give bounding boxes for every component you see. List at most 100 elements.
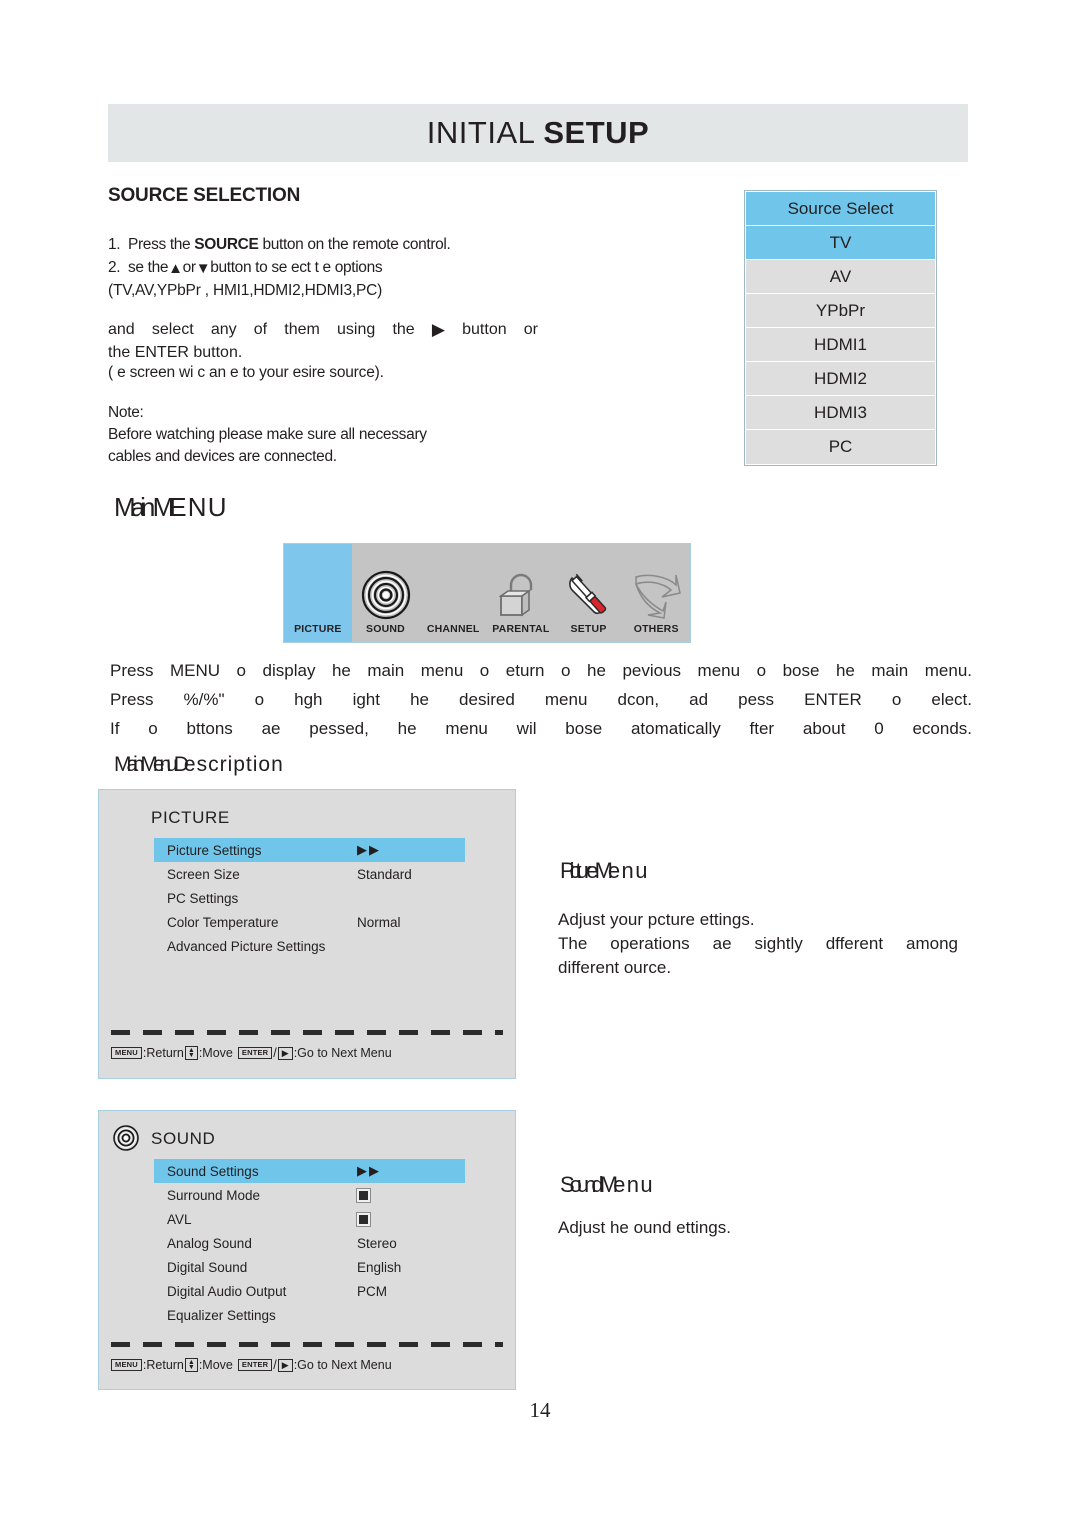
- menu-item-sound[interactable]: SOUND: [352, 544, 420, 642]
- sound-menu-heading-b: enu: [613, 1172, 654, 1197]
- step-2: 2. se the▲or▼button to se ect t e options: [108, 257, 578, 279]
- source-option-av[interactable]: AV: [746, 260, 935, 294]
- picture-row-screen-size[interactable]: Screen Size Standard: [154, 862, 465, 886]
- main-menu-heading-a: Main M: [114, 492, 174, 522]
- page-title-bold: SETUP: [543, 115, 650, 150]
- arrow-right-icon: ▶: [431, 320, 445, 339]
- sound-row-surround-mode[interactable]: Surround Mode: [154, 1183, 465, 1207]
- sound-row-analog-sound[interactable]: Analog Sound Stereo: [154, 1231, 465, 1255]
- picture-osd-panel[interactable]: PICTURE Picture Settings ▶▶ Screen Size …: [98, 789, 516, 1079]
- source-option-hdmi1[interactable]: HDMI1: [746, 328, 935, 362]
- picture-hint-move: :Move: [198, 1046, 233, 1060]
- picture-row-label: Screen Size: [167, 866, 240, 882]
- sound-row-value: PCM: [357, 1283, 387, 1299]
- picture-row-color-temperature[interactable]: Color Temperature Normal: [154, 910, 465, 934]
- main-menu-paragraph-line-2: Press %/%" o hgh ight he desired menu dc…: [110, 690, 972, 709]
- right-key-icon: ▶: [277, 1358, 293, 1372]
- arrow-down-icon: ▼: [195, 260, 211, 277]
- sound-hint-return: :Return: [142, 1358, 184, 1372]
- picture-menu-description-line-3: different ource.: [558, 958, 672, 977]
- sound-row-avl[interactable]: AVL: [154, 1207, 465, 1231]
- sound-row-value: ▶▶: [357, 1163, 381, 1178]
- source-select-table[interactable]: Source Select TV AV YPbPr HDMI1 HDMI2 HD…: [744, 190, 937, 466]
- picture-osd-rows: Picture Settings ▶▶ Screen Size Standard…: [154, 838, 465, 958]
- picture-row-label: PC Settings: [167, 890, 239, 906]
- menu-item-channel[interactable]: CHANNEL: [419, 544, 487, 642]
- sound-osd-rows: Sound Settings ▶▶ Surround Mode AVL Anal…: [154, 1159, 465, 1327]
- wrench-screwdriver-icon: [562, 567, 616, 623]
- source-option-pc[interactable]: PC: [746, 430, 935, 464]
- sound-row-label: Analog Sound: [167, 1235, 252, 1251]
- picture-menu-description-line-2: The operations ae sightly dfferent among: [558, 934, 958, 953]
- main-menu-bar[interactable]: PICTURE SOUND CHANNEL PARENTAL SETUP OTH…: [283, 543, 691, 643]
- curved-arrow-icon: [630, 567, 682, 623]
- menu-item-picture[interactable]: PICTURE: [284, 544, 352, 642]
- note-line-1: Before watching please make sure all nec…: [108, 426, 427, 443]
- sound-row-sound-settings[interactable]: Sound Settings ▶▶: [154, 1159, 465, 1183]
- menu-item-others[interactable]: OTHERS: [622, 544, 690, 642]
- main-menu-heading-b: ENU: [169, 492, 228, 522]
- source-option-tv[interactable]: TV: [746, 226, 935, 260]
- picture-row-label: Color Temperature: [167, 914, 279, 930]
- sound-row-digital-sound[interactable]: Digital Sound English: [154, 1255, 465, 1279]
- sound-row-label: AVL: [167, 1211, 192, 1227]
- picture-row-picture-settings[interactable]: Picture Settings ▶▶: [154, 838, 465, 862]
- picture-row-pc-settings[interactable]: PC Settings: [154, 886, 465, 910]
- sound-menu-heading: Sound Menu: [560, 1172, 654, 1198]
- picture-osd-title: PICTURE: [151, 808, 230, 827]
- sound-osd-divider: [111, 1342, 503, 1347]
- page-title-thin: INITIAL: [426, 115, 544, 150]
- menu-item-parental[interactable]: PARENTAL: [487, 544, 555, 642]
- checkbox-icon[interactable]: [357, 1188, 370, 1202]
- select-instruction-line1: and select any of them using the ▶ butto…: [108, 318, 538, 341]
- picture-row-advanced-picture-settings[interactable]: Advanced Picture Settings: [154, 934, 465, 958]
- sound-hint-move: :Move: [198, 1358, 233, 1372]
- step-1-text-a: Press the: [128, 236, 195, 253]
- step-1-text-b: button on the remote control.: [258, 236, 451, 253]
- right-key-icon: ▶: [277, 1046, 293, 1060]
- main-menu-heading: Main MENU: [114, 492, 228, 523]
- picture-menu-heading-b: enu: [607, 858, 649, 883]
- source-option-hdmi2[interactable]: HDMI2: [746, 362, 935, 396]
- menu-item-others-label: OTHERS: [633, 623, 679, 635]
- select-instruction-line2: the ENTER button.: [108, 344, 243, 361]
- speaker-icon: [361, 567, 411, 623]
- sound-row-equalizer-settings[interactable]: Equalizer Settings: [154, 1303, 465, 1327]
- source-selection-heading: SOURCE SELECTION: [108, 185, 301, 206]
- picture-osd-divider: [111, 1030, 503, 1035]
- sound-row-digital-audio-output[interactable]: Digital Audio Output PCM: [154, 1279, 465, 1303]
- sound-menu-description-line-1: Adjust he ound ettings.: [558, 1218, 731, 1237]
- main-menu-description-heading: Main Menu Description: [114, 753, 284, 777]
- main-menu-paragraph-line-3: If o bttons ae pessed, he menu wil bose …: [110, 719, 972, 738]
- main-menu-paragraph-line-1: Press MENU o display he main menu o etur…: [110, 661, 972, 680]
- picture-row-label: Picture Settings: [167, 842, 262, 858]
- step-1-source-keyword: SOURCE: [194, 236, 259, 253]
- menu-item-setup[interactable]: SETUP: [555, 544, 623, 642]
- step-2-text-b: button to se ect t e options: [210, 259, 383, 276]
- sound-menu-description: Adjust he ound ettings.: [558, 1216, 958, 1240]
- note-block: Note: Before watching please make sure a…: [108, 402, 548, 468]
- select-text-a: and select any of them using the: [108, 321, 415, 338]
- sound-row-label: Sound Settings: [167, 1163, 259, 1179]
- menu-item-setup-label: SETUP: [570, 623, 607, 635]
- sound-hint-next: :Go to Next Menu: [293, 1358, 392, 1372]
- menu-item-parental-label: PARENTAL: [492, 623, 550, 635]
- speaker-icon: [113, 1125, 139, 1156]
- main-menu-paragraph: Press MENU o display he main menu o etur…: [110, 656, 972, 743]
- select-instruction: and select any of them using the ▶ butto…: [108, 318, 538, 364]
- page-title-band: INITIAL SETUP: [108, 104, 968, 162]
- enter-key-icon: ENTER: [237, 1359, 273, 1371]
- menu-key-icon: MENU: [111, 1047, 142, 1059]
- picture-hint-return: :Return: [142, 1046, 184, 1060]
- screen-change-note: ( e screen wi c an e to your esire sourc…: [108, 364, 384, 381]
- sound-hint-slash: /: [273, 1358, 277, 1372]
- sound-osd-panel[interactable]: SOUND Sound Settings ▶▶ Surround Mode AV…: [98, 1110, 516, 1390]
- picture-menu-description-line-1: Adjust your pcture ettings.: [558, 910, 755, 929]
- checkbox-icon[interactable]: [357, 1212, 370, 1226]
- desc-heading-c: escription: [183, 753, 284, 776]
- menu-item-channel-label: CHANNEL: [426, 623, 480, 635]
- padlock-icon: [497, 567, 545, 623]
- source-option-ypbpr[interactable]: YPbPr: [746, 294, 935, 328]
- sound-row-value: English: [357, 1259, 402, 1275]
- source-option-hdmi3[interactable]: HDMI3: [746, 396, 935, 430]
